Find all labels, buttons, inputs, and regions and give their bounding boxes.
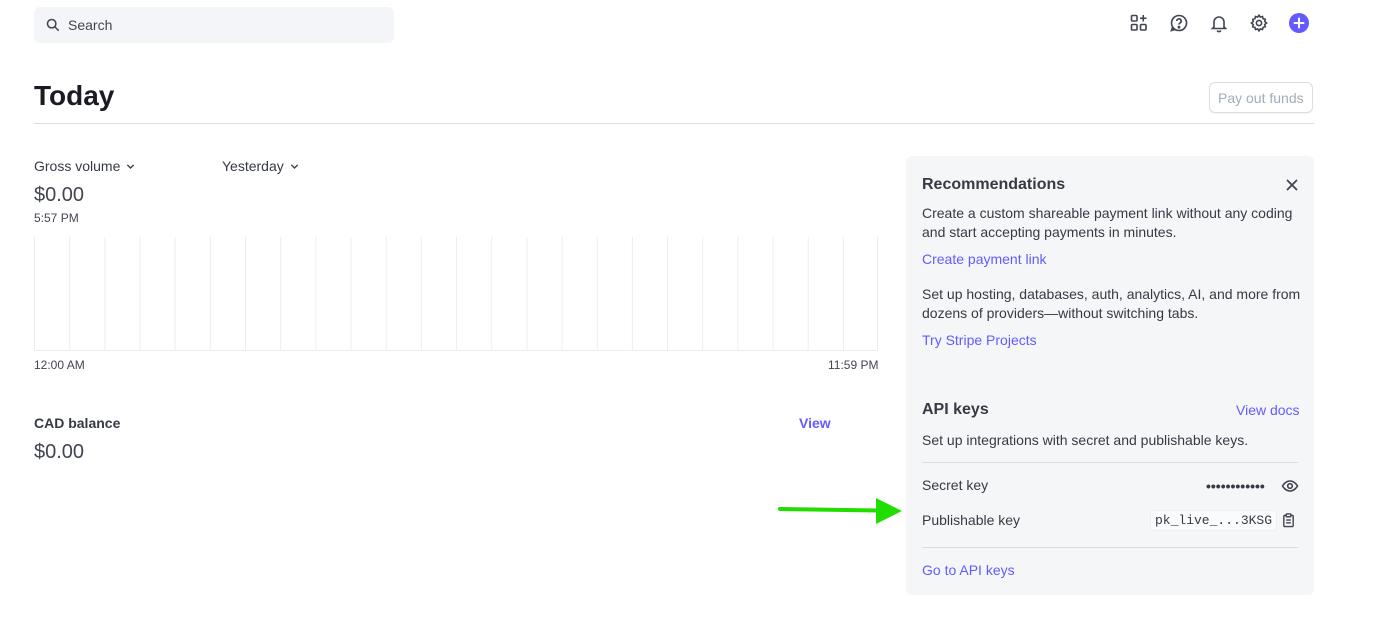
gross-volume-value: $0.00 <box>34 184 85 206</box>
pay-out-funds-button[interactable]: Pay out funds <box>1209 82 1313 113</box>
recommendation-text: Set up hosting, databases, auth, analyti… <box>922 286 1301 321</box>
help-icon[interactable] <box>1168 12 1190 34</box>
secret-key-label: Secret key <box>922 477 989 493</box>
cad-balance-label: CAD balance <box>34 415 121 431</box>
search-bar[interactable] <box>34 7 394 43</box>
compare-period-dropdown[interactable]: Yesterday <box>222 158 299 174</box>
clipboard-icon[interactable] <box>1281 513 1296 528</box>
chart-x-end-label: 11:59 PM <box>828 358 879 372</box>
annotation-arrow-icon <box>778 498 902 524</box>
gross-volume-dropdown[interactable]: Gross volume <box>34 158 135 174</box>
api-keys-divider <box>922 547 1298 548</box>
close-icon[interactable] <box>1284 177 1300 193</box>
chevron-down-icon <box>290 162 299 171</box>
gross-volume-chart <box>34 237 878 351</box>
gross-volume-time: 5:57 PM <box>34 211 79 225</box>
api-keys-title: API keys <box>922 401 989 418</box>
api-keys-divider <box>922 462 1298 463</box>
publishable-key-label: Publishable key <box>922 512 1021 528</box>
view-docs-link[interactable]: View docs <box>1236 402 1300 418</box>
secret-key-value: •••••••••••• <box>1206 478 1265 494</box>
recommendations-panel: Recommendations Create a custom shareabl… <box>906 156 1314 595</box>
eye-icon[interactable] <box>1281 477 1299 495</box>
publishable-key-field[interactable]: pk_live_...3KSG <box>1150 510 1296 531</box>
api-keys-description: Set up integrations with secret and publ… <box>922 432 1249 448</box>
try-stripe-projects-link[interactable]: Try Stripe Projects <box>922 332 1037 348</box>
recommendation-text: Create a custom shareable payment link w… <box>922 205 1293 240</box>
gross-volume-label: Gross volume <box>34 158 121 174</box>
chart-x-start-label: 12:00 AM <box>34 358 85 372</box>
cad-balance-value: $0.00 <box>34 441 85 463</box>
chevron-down-icon <box>126 162 135 171</box>
plus-icon[interactable] <box>1288 12 1310 34</box>
recommendations-title: Recommendations <box>922 176 1066 193</box>
title-divider <box>34 123 1314 124</box>
apps-add-icon[interactable] <box>1128 12 1150 34</box>
top-actions <box>1128 12 1310 34</box>
compare-period-label: Yesterday <box>222 158 284 174</box>
search-icon <box>46 18 60 32</box>
gear-icon[interactable] <box>1248 12 1270 34</box>
search-input[interactable] <box>66 16 370 34</box>
publishable-key-value[interactable]: pk_live_...3KSG <box>1150 510 1278 531</box>
view-balance-link[interactable]: View <box>799 415 831 431</box>
create-payment-link[interactable]: Create payment link <box>922 251 1047 267</box>
page-title: Today <box>34 80 115 111</box>
go-to-api-keys-link[interactable]: Go to API keys <box>922 562 1015 578</box>
bell-icon[interactable] <box>1208 12 1230 34</box>
